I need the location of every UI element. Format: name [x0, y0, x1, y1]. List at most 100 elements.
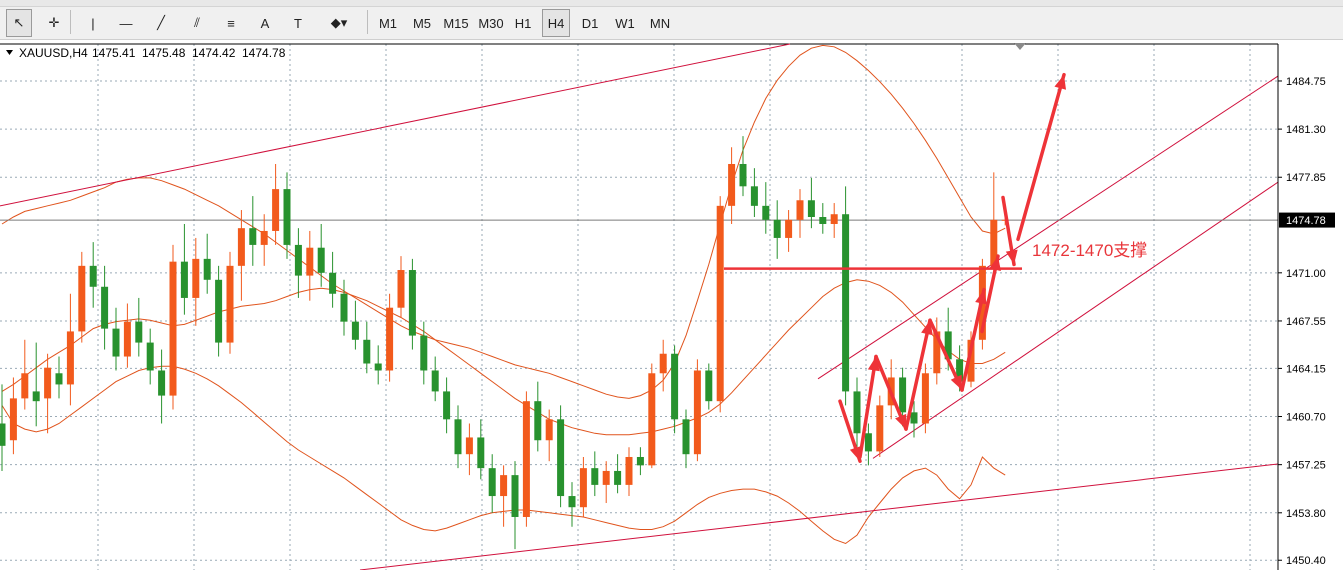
timeframe-w1-button[interactable]: W1 — [613, 9, 637, 37]
toolbar: ↖ ✛ | — ╱ ⫽ ≡ A T ◆▾ M1 M5 M15 M30 H1 H4 D1 W1 MN — [0, 0, 1343, 40]
toolbar-separator — [367, 10, 368, 34]
timeframe-h4-button[interactable]: H4 — [542, 9, 570, 37]
candle-body — [44, 367, 52, 399]
candle-body — [762, 205, 770, 220]
candle — [648, 363, 656, 469]
candle-body — [180, 261, 188, 298]
candle-body — [591, 468, 599, 485]
candle-body — [226, 265, 234, 343]
timeframe-m5-button[interactable]: M5 — [410, 9, 434, 37]
text-tool-icon: A — [260, 15, 270, 31]
candle-body — [363, 339, 371, 364]
timeframe-m15-button[interactable]: M15 — [442, 9, 470, 37]
candle-body — [682, 419, 690, 455]
trendline-tool[interactable]: ╱ — [148, 9, 174, 37]
candle-body — [454, 419, 462, 455]
chart-header-high: 1475.48 — [142, 46, 186, 60]
price-chart[interactable]: 1484.75 1481.30 1477.85 1474.78 1471.00 1467.… — [0, 40, 1343, 570]
timeframe-mn-button[interactable]: MN — [647, 9, 673, 37]
candle-body — [0, 423, 6, 446]
candle-body — [921, 373, 929, 424]
chart-header-open: 1475.41 — [92, 46, 136, 60]
candle-body — [397, 270, 405, 308]
candle-body — [545, 419, 553, 441]
timeframe-h1-button[interactable]: H1 — [512, 9, 534, 37]
candle-body — [192, 258, 200, 298]
candle — [693, 359, 701, 462]
candle-body — [21, 373, 29, 399]
candle-body — [477, 437, 485, 469]
candle-body — [112, 328, 120, 357]
candle-body — [750, 186, 758, 206]
candle-body — [557, 419, 565, 497]
equidistant-channel-tool-icon: ⫽ — [194, 15, 200, 30]
vertical-line-tool-icon: | — [91, 15, 95, 31]
candle-body — [158, 370, 166, 396]
candle-body — [237, 228, 245, 266]
candle-body — [386, 307, 394, 371]
text-label-tool[interactable]: T — [286, 9, 310, 37]
candle-body — [534, 401, 542, 441]
vertical-line-tool[interactable]: | — [80, 9, 106, 37]
candle — [921, 363, 929, 434]
price-tick-label: 1467.55 — [1286, 316, 1326, 328]
candle-body — [169, 261, 177, 396]
candle-body — [340, 293, 348, 322]
horizontal-line-tool[interactable]: — — [113, 9, 139, 37]
fibonacci-tool[interactable]: ≡ — [218, 9, 244, 37]
candle-body — [123, 321, 131, 357]
equidistant-channel-tool[interactable]: ⫽ — [183, 9, 211, 37]
candle-body — [146, 342, 154, 371]
chart-header-close: 1474.78 — [242, 46, 286, 60]
candle-body — [135, 321, 143, 343]
candle-body — [443, 391, 451, 420]
candle-body — [283, 189, 291, 245]
price-tick-label: 1460.70 — [1286, 412, 1326, 424]
shapes-menu-tool[interactable]: ◆▾ — [320, 9, 358, 37]
candle-body — [317, 247, 325, 273]
candle — [522, 391, 530, 527]
timeframe-d1-button[interactable]: D1 — [578, 9, 602, 37]
candle-body — [625, 456, 633, 485]
cursor-tool[interactable]: ↖ — [6, 9, 32, 37]
candle-body — [693, 370, 701, 455]
candle-body — [739, 163, 747, 187]
timeframe-m30-button[interactable]: M30 — [476, 9, 506, 37]
text-tool[interactable]: A — [253, 9, 277, 37]
candle-body — [465, 437, 473, 455]
crosshair-tool-icon: ✛ — [48, 15, 60, 30]
support-annotation-text: 1472-1470支撑 — [1032, 241, 1147, 260]
price-tick-label: 1464.15 — [1286, 363, 1326, 375]
crosshair-tool[interactable]: ✛ — [40, 9, 68, 37]
candle — [716, 196, 724, 413]
shapes-menu-tool-icon: ◆▾ — [330, 15, 348, 30]
candle-body — [78, 265, 86, 332]
candle-body — [671, 353, 679, 420]
candle-body — [636, 456, 644, 466]
chart-header-low: 1474.42 — [192, 46, 236, 60]
candle-body — [785, 219, 793, 238]
candle-body — [522, 401, 530, 517]
cursor-tool-icon: ↖ — [13, 15, 25, 30]
timeframe-m1-button[interactable]: M1 — [376, 9, 400, 37]
candle-body — [876, 405, 884, 452]
candle-body — [511, 475, 519, 517]
trendline-tool-icon: ╱ — [157, 15, 165, 30]
toolbar-separator — [70, 10, 71, 34]
candle-body — [579, 468, 587, 508]
candle-body — [215, 279, 223, 343]
candle-body — [408, 270, 416, 336]
candle-body — [488, 468, 496, 497]
candle-body — [807, 200, 815, 218]
price-tick-label: 1481.30 — [1286, 124, 1326, 136]
candle-body — [568, 496, 576, 508]
candle-body — [294, 244, 302, 276]
chart-header-symbol: XAUUSD,H4 — [19, 46, 88, 60]
candle — [557, 405, 565, 508]
candle-body — [260, 230, 268, 245]
price-tick-label: 1484.75 — [1286, 76, 1326, 88]
current-price-label: 1474.78 — [1286, 215, 1326, 227]
candle-body — [602, 470, 610, 485]
price-tick-label: 1477.85 — [1286, 172, 1326, 184]
candle-body — [306, 247, 314, 276]
